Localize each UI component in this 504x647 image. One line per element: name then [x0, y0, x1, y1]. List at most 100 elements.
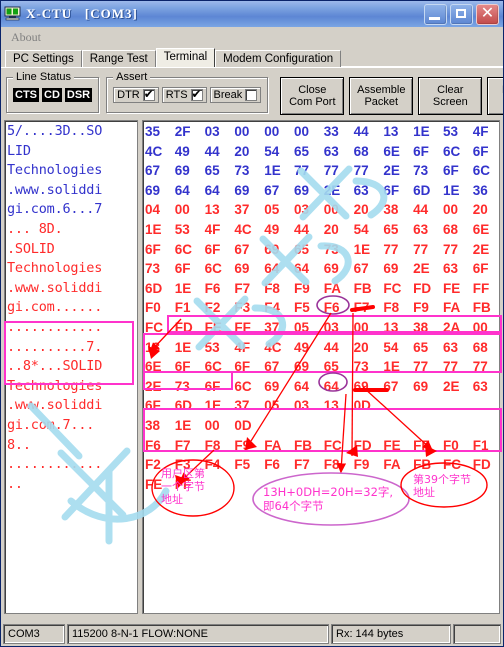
hex-byte: 53	[204, 339, 220, 355]
close-com-port-button[interactable]: Close Com Port	[280, 77, 345, 115]
hex-row: 6F 6D 1E 37 05 03 13 0D	[145, 396, 499, 416]
assert-dtr-label: DTR	[117, 89, 140, 101]
hex-pane[interactable]: 35 2F 03 00 00 00 33 44 13 1E 53 4F 4C 49 44 20 54 65 63 68…	[142, 120, 500, 614]
assert-rts-checkbox[interactable]	[190, 87, 203, 101]
hex-byte: 77	[413, 359, 429, 375]
hex-byte: 65	[293, 241, 310, 257]
hex-byte: 6F	[145, 241, 161, 257]
tab-pc-settings[interactable]: PC Settings	[5, 50, 82, 67]
ascii-line: ..........7.	[7, 338, 103, 355]
hex-byte: 2E	[442, 378, 460, 394]
hex-byte: 4F	[234, 339, 251, 355]
clear-screen-line1: Clear	[437, 84, 464, 96]
hex-byte: 6E	[145, 359, 162, 375]
hex-byte: 37	[264, 319, 280, 335]
hex-byte: 69	[293, 182, 310, 198]
hex-byte: 69	[383, 261, 399, 277]
hex-byte: 6F	[472, 261, 489, 277]
hex-byte: 6D	[174, 398, 193, 414]
hex-byte: 1E	[174, 280, 192, 296]
hex-byte: 00	[204, 417, 220, 433]
hex-byte: 69	[264, 378, 280, 394]
hide-hex-button[interactable]: Hide Hex	[487, 77, 503, 115]
callout-right-text: 第39个字节 地址	[413, 473, 471, 499]
hex-byte: 67	[264, 359, 280, 375]
tab-terminal[interactable]: Terminal	[155, 48, 216, 67]
hex-byte: 6F	[204, 378, 221, 394]
menu-item-about[interactable]: About	[7, 29, 45, 46]
hex-byte: F9	[234, 437, 251, 453]
menu-bar: About	[1, 27, 503, 48]
assert-dtr-checkbox[interactable]	[142, 87, 155, 101]
maximize-button[interactable]	[450, 3, 473, 25]
hex-byte: F6	[264, 457, 280, 473]
tab-range-test[interactable]: Range Test	[81, 50, 156, 67]
hex-byte: 63	[472, 378, 488, 394]
hex-byte: 05	[264, 202, 280, 218]
hex-row: 4C 49 44 20 54 65 63 68 6E 6F 6C 6F	[145, 142, 499, 162]
hex-row: 38 1E 00 0D	[145, 416, 499, 436]
hex-byte: 68	[353, 143, 369, 159]
hex-byte: 00	[472, 319, 488, 335]
close-com-port-line1: Close	[298, 84, 327, 96]
assemble-packet-line2: Packet	[364, 96, 399, 108]
hex-byte: FA	[323, 280, 342, 296]
hex-byte: 73	[145, 261, 161, 277]
ascii-line: ... 8D.	[7, 220, 63, 237]
hex-byte: F2	[204, 300, 221, 316]
assert-rts[interactable]: RTS	[161, 87, 207, 103]
tab-modem-configuration[interactable]: Modem Configuration	[215, 50, 342, 67]
hex-byte: F9	[353, 457, 370, 473]
assert-break-checkbox[interactable]	[245, 89, 258, 101]
hex-byte: 1E	[174, 339, 192, 355]
hex-byte: 04	[145, 202, 161, 218]
hex-byte: 44	[293, 221, 310, 237]
hex-byte: 00	[353, 319, 369, 335]
ascii-line: ..8*...SOLID	[7, 358, 103, 375]
assemble-packet-button[interactable]: Assemble Packet	[349, 77, 414, 115]
hex-byte: 6C	[204, 359, 222, 375]
hex-byte: 68	[472, 339, 488, 355]
hex-byte: 67	[145, 163, 161, 179]
hex-byte: 54	[353, 221, 369, 237]
hex-byte: 1E	[264, 163, 281, 179]
led-dsr: DSR	[64, 88, 93, 102]
hex-byte: FE	[204, 319, 222, 335]
hex-byte: 63	[353, 182, 369, 198]
hex-byte: 37	[234, 202, 250, 218]
hex-byte: FB	[353, 280, 372, 296]
hex-byte: 1E	[442, 182, 460, 198]
hex-byte: 4C	[264, 339, 282, 355]
hex-byte: 33	[323, 124, 339, 139]
ascii-pane[interactable]: 5/....3D..SO LID Technologies .www.soliddi g…	[4, 120, 138, 614]
hex-row: FC FD FE FF 37 05 03 00 13 38 2A 00	[145, 318, 499, 338]
status-bar: COM3 115200 8-N-1 FLOW:NONE Rx: 144 byte…	[3, 624, 501, 644]
hex-byte: 69	[264, 241, 280, 257]
hex-byte: FB	[293, 437, 312, 453]
hex-byte: F8	[204, 437, 221, 453]
close-button[interactable]	[476, 3, 499, 25]
hex-byte: FB	[472, 300, 491, 316]
hex-byte: 63	[442, 339, 458, 355]
callout-center-text: 13H+0DH=20H=32字, 即64个字节	[263, 485, 394, 513]
clear-screen-button[interactable]: Clear Screen	[418, 77, 483, 115]
assert-dtr[interactable]: DTR	[113, 87, 159, 103]
hex-byte: 49	[264, 221, 280, 237]
assert-break[interactable]: Break	[209, 87, 262, 103]
hex-byte: FC	[145, 319, 163, 335]
hex-byte: 49	[293, 339, 310, 355]
hex-byte: 69	[413, 378, 429, 394]
hex-byte: 03	[293, 202, 310, 218]
hex-text: 35 2F 03 00 00 00 33 44 13 1E 53 4F 4C 49 44 20 54 65 63 68…	[145, 122, 499, 613]
hex-byte: F6	[145, 437, 161, 453]
minimize-button[interactable]	[424, 3, 447, 25]
hex-row: F0 F1 F2 F3 F4 F5 F6 F7 F8 F9 FA FB	[145, 298, 499, 318]
hex-row: F6 F7 F8 F9 FA FB FC FD FE FF F0 F1	[145, 436, 499, 456]
ascii-line: LID	[7, 142, 31, 159]
hex-byte: 13	[204, 202, 220, 218]
hex-byte: 67	[264, 182, 280, 198]
hex-byte: 13	[383, 124, 399, 139]
line-status-legend: Line Status	[13, 71, 75, 83]
hex-row: 6D 1E F6 F7 F8 F9 FA FB FC FD FE FF	[145, 279, 499, 299]
terminal-area: 5/....3D..SO LID Technologies .www.soliddi g…	[4, 120, 500, 614]
